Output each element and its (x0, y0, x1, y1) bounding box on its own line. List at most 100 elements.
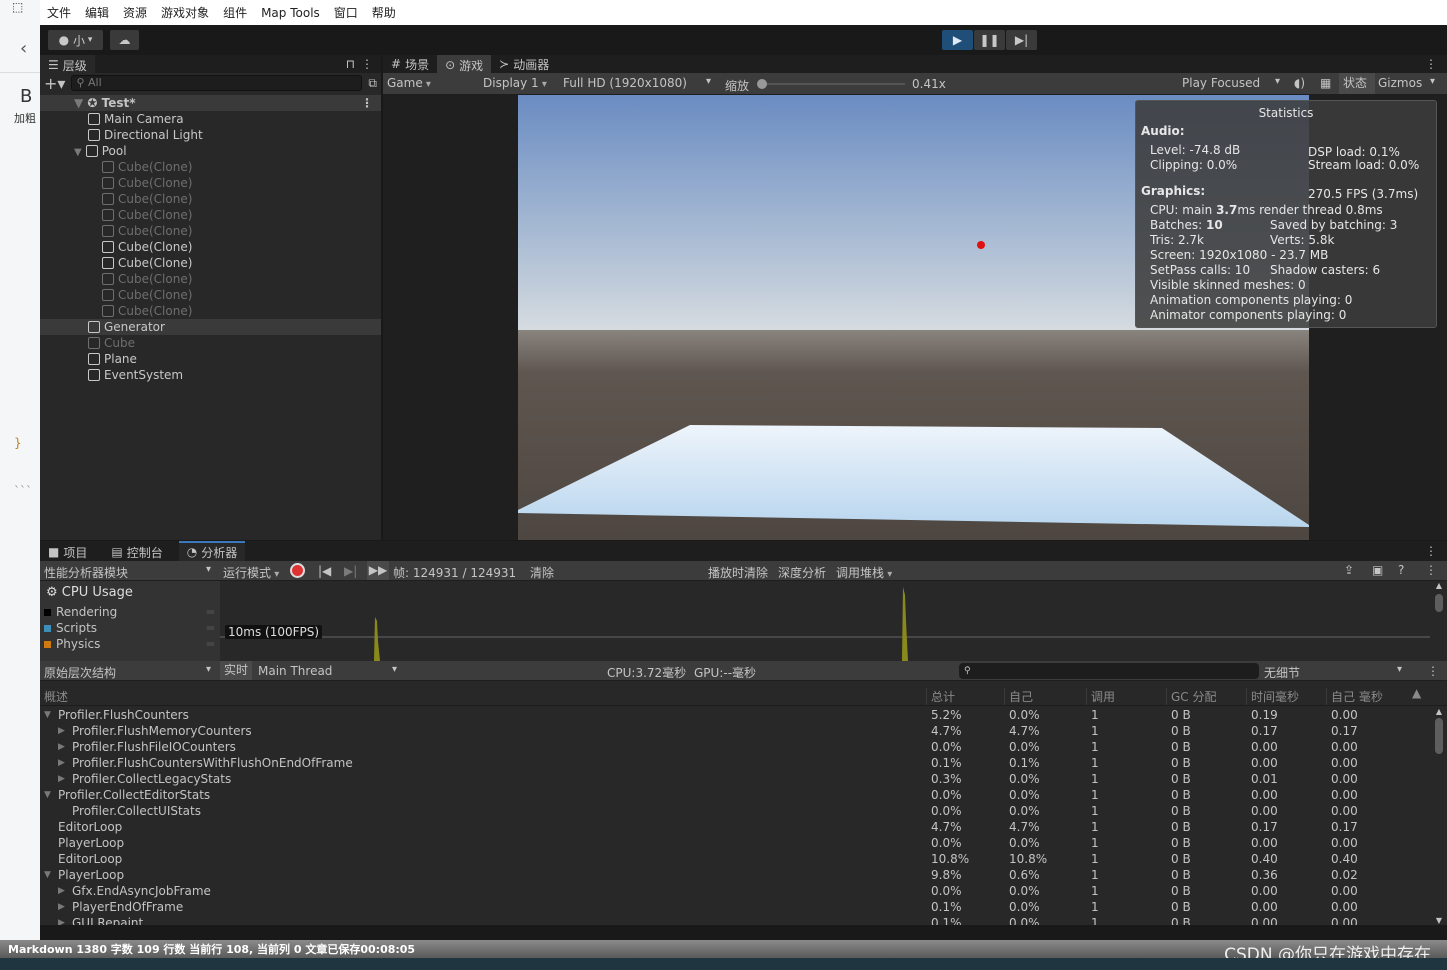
table-row[interactable]: ▶ Profiler.FlushFileIOCounters 0.0% 0.0% 1 0 … (40, 739, 1430, 755)
chevron-down-icon[interactable]: ▾ (206, 664, 211, 675)
menu-help[interactable]: 帮助 (372, 4, 396, 21)
hierarchy-item[interactable]: Cube(Clone) (40, 239, 381, 255)
clear-button[interactable]: 清除 (530, 564, 554, 581)
table-row[interactable]: ▼ PlayerLoop 9.8% 0.6% 1 0 B 0.36 0.02 (40, 867, 1430, 883)
zoom-slider-handle[interactable] (757, 79, 767, 89)
expand-arrow-icon[interactable]: ▶ (58, 739, 65, 755)
table-row[interactable]: ▼ Profiler.FlushCounters 5.2% 0.0% 1 0 B 0.19 0… (40, 707, 1430, 723)
chart-scrollbar[interactable]: ▲ (1431, 581, 1447, 661)
expand-arrow-icon[interactable]: ▼ (44, 707, 51, 723)
expand-arrow-icon[interactable]: ▼ (74, 147, 82, 158)
tab-game[interactable]: ⊙ 游戏 (437, 55, 492, 73)
hierarchy-item[interactable]: Cube(Clone) (40, 175, 381, 191)
menu-window[interactable]: 窗口 (334, 4, 358, 21)
profiler-modules-dropdown[interactable]: 性能分析器模块 (44, 564, 128, 581)
view-type-dropdown[interactable]: 原始层次结构 (44, 664, 116, 681)
step-button[interactable]: ▶| (1006, 30, 1037, 50)
first-frame-icon[interactable]: |◀ (318, 564, 331, 578)
chevron-down-icon[interactable]: ▾ (1430, 76, 1435, 87)
bold-icon[interactable]: B (20, 86, 32, 107)
expand-arrow-icon[interactable]: ▶ (58, 771, 65, 787)
more-icon[interactable]: ⋮ (361, 95, 373, 111)
call-stacks-dropdown[interactable]: 调用堆栈 (836, 564, 892, 581)
table-row[interactable]: ▶ Profiler.FlushCountersWithFlushOnEndOfF… (40, 755, 1430, 771)
scrollbar-thumb[interactable] (1435, 594, 1443, 612)
resolution-dropdown[interactable]: Full HD (1920x1080) (563, 76, 687, 90)
table-row[interactable]: Profiler.CollectUIStats 0.0% 0.0% 1 0 B 0.00 0… (40, 803, 1430, 819)
deep-profile-button[interactable]: 深度分析 (778, 564, 826, 581)
menu-file[interactable]: 文件 (47, 4, 71, 21)
menu-map-tools[interactable]: Map Tools (261, 6, 320, 20)
view-dropdown[interactable]: Game (387, 76, 471, 90)
more-icon[interactable]: ⋮ (1427, 664, 1439, 678)
play-mode-dropdown[interactable]: 运行模式 (223, 564, 279, 581)
hierarchy-item[interactable]: EventSystem (40, 367, 381, 383)
drag-handle-icon[interactable]: ═ (207, 636, 214, 652)
column-header[interactable]: 概述 (44, 688, 68, 705)
scene-row[interactable]: ▼ ✪ Test* ⋮ (40, 95, 381, 111)
keyboard-icon[interactable]: ▦ (1320, 76, 1331, 90)
hierarchy-item[interactable]: Cube(Clone) (40, 191, 381, 207)
tab-project[interactable]: ■ 项目 (40, 543, 95, 561)
hierarchy-item[interactable]: Cube(Clone) (40, 223, 381, 239)
expand-arrow-icon[interactable]: ▼ (44, 867, 51, 883)
drag-handle-icon[interactable]: ═ (207, 620, 214, 636)
hierarchy-item[interactable]: Cube(Clone) (40, 271, 381, 287)
expand-arrow-icon[interactable]: ▼ (74, 96, 87, 110)
hierarchy-item[interactable]: Directional Light (40, 127, 381, 143)
current-frame-icon[interactable]: ▶▶ (367, 561, 389, 580)
legend-item[interactable]: Rendering ═ (40, 604, 220, 620)
cpu-module-legend[interactable]: ⚙ CPU Usage Rendering ═ Scripts ═ Physics ═ (40, 581, 220, 661)
chevron-down-icon[interactable]: ▾ (1275, 76, 1280, 87)
chevron-down-icon[interactable]: ▾ (392, 664, 397, 675)
tab-profiler[interactable]: ◔ 分析器 (178, 541, 246, 561)
live-toggle[interactable]: 实时 (220, 661, 253, 680)
column-header[interactable]: 调用 (1086, 688, 1115, 705)
stats-toggle[interactable]: 状态 (1339, 73, 1375, 94)
legend-item[interactable]: Scripts ═ (40, 620, 220, 636)
scrollbar-thumb[interactable] (1435, 718, 1443, 754)
account-dropdown[interactable]: ● 小 ▾ (48, 30, 103, 50)
hierarchy-search-input[interactable]: ⚲ All (71, 75, 363, 91)
hierarchy-item[interactable]: Cube(Clone) (40, 287, 381, 303)
drag-handle-icon[interactable]: ═ (207, 604, 214, 620)
save-icon[interactable]: ▣ (1372, 563, 1383, 577)
cloud-button[interactable]: ☁ (110, 30, 139, 50)
table-row[interactable]: ▶ Profiler.CollectLegacyStats 0.3% 0.0% 1 0 B… (40, 771, 1430, 787)
table-row[interactable]: EditorLoop 10.8% 10.8% 1 0 B 0.40 0.40 (40, 851, 1430, 867)
expand-arrow-icon[interactable]: ▶ (58, 723, 65, 739)
zoom-slider[interactable] (757, 79, 905, 89)
legend-item[interactable]: Physics ═ (40, 636, 220, 652)
table-row[interactable]: ▶ PlayerEndOfFrame 0.1% 0.0% 1 0 B 0.00 0.00 (40, 899, 1430, 915)
menu-component[interactable]: 组件 (223, 4, 247, 21)
hierarchy-item[interactable]: Cube(Clone) (40, 207, 381, 223)
menu-assets[interactable]: 资源 (123, 4, 147, 21)
column-header[interactable]: 自己 (1004, 688, 1033, 705)
table-scrollbar[interactable]: ▲ ▼ (1431, 707, 1447, 925)
tab-scene[interactable]: # 场景 (383, 55, 437, 73)
play-focused-dropdown[interactable]: Play Focused (1182, 76, 1260, 90)
more-icon[interactable]: ⋮ (1425, 563, 1437, 577)
more-icon[interactable]: ⋮ (1425, 544, 1437, 558)
expand-arrow-icon[interactable]: ▶ (58, 883, 65, 899)
play-button[interactable]: ▶ (942, 30, 973, 50)
tab-animator[interactable]: ≻ 动画器 (491, 55, 557, 73)
record-button[interactable] (290, 563, 305, 578)
lock-icon[interactable]: ⊓ (346, 57, 355, 71)
expand-arrow-icon[interactable]: ▶ (58, 915, 65, 925)
hierarchy-item[interactable]: Cube(Clone) (40, 159, 381, 175)
column-header[interactable]: 自己 毫秒 (1326, 688, 1383, 705)
table-row[interactable]: ▼ Profiler.CollectEditorStats 0.0% 0.0% 1 0 B… (40, 787, 1430, 803)
menu-edit[interactable]: 编辑 (85, 4, 109, 21)
table-row[interactable]: ▶ Gfx.EndAsyncJobFrame 0.0% 0.0% 1 0 B 0.00 0.0… (40, 883, 1430, 899)
hierarchy-item[interactable]: Main Camera (40, 111, 381, 127)
tab-hierarchy[interactable]: ☰ 层级 (40, 55, 95, 73)
add-icon[interactable]: +▾ (44, 74, 65, 93)
clear-on-play-button[interactable]: 播放时清除 (708, 564, 768, 581)
scroll-up-icon[interactable]: ▲ (1431, 581, 1447, 590)
mute-audio-icon[interactable]: ◖) (1294, 76, 1305, 90)
chevron-down-icon[interactable]: ▾ (206, 564, 211, 575)
tab-console[interactable]: ▤ 控制台 (103, 543, 170, 561)
hierarchy-item[interactable]: ▼ Pool (40, 143, 381, 159)
sort-icon[interactable]: ▲ (1412, 686, 1421, 700)
